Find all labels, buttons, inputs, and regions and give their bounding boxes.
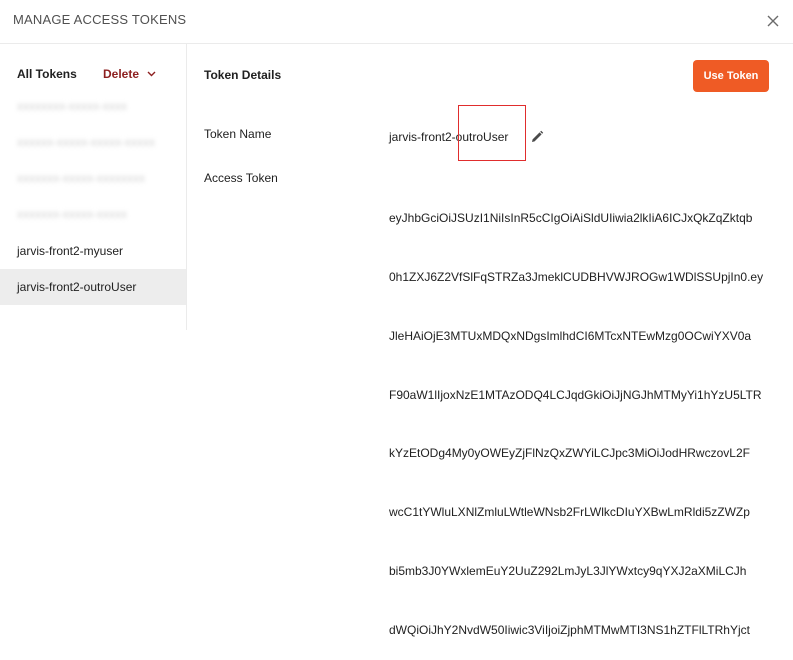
token-name-field[interactable]: jarvis-front2-outroUser bbox=[389, 130, 539, 146]
redacted-token-label: xxxxxx-xxxxx-xxxxx-xxxxx bbox=[17, 135, 155, 149]
section-title: Token Details bbox=[204, 68, 282, 82]
access-token-line: 0h1ZXJ6Z2VfSlFqSTRZa3JmeklCUDBHVWJROGw1W… bbox=[389, 269, 764, 284]
delete-label: Delete bbox=[103, 67, 140, 81]
close-button[interactable] bbox=[762, 10, 784, 32]
redacted-token-label: xxxxxxx-xxxxx-xxxxx bbox=[17, 207, 127, 221]
chevron-down-icon bbox=[147, 71, 156, 77]
access-token-line: wcC1tYWluLXNlZmluLWtleWNsb2FrLWlkcDIuYXB… bbox=[389, 505, 750, 520]
token-list-item-selected[interactable]: jarvis-front2-outroUser bbox=[0, 269, 186, 305]
pencil-icon[interactable] bbox=[530, 130, 544, 144]
token-list-item-label: jarvis-front2-outroUser bbox=[17, 280, 137, 294]
token-list-item-redacted[interactable]: xxxxxx-xxxxx-xxxxx-xxxxx bbox=[0, 124, 186, 160]
token-list-item-redacted[interactable]: xxxxxxxx-xxxxx-xxxx bbox=[0, 88, 186, 124]
token-list-item-redacted[interactable]: xxxxxxx-xxxxx-xxxxxxxx bbox=[0, 160, 186, 196]
close-icon bbox=[767, 15, 779, 27]
modal-title: MANAGE ACCESS TOKENS bbox=[13, 12, 187, 27]
access-token-line: dWQiOiJhY2NvdW50Iiwic3ViIjoiZjphMTMwMTI3… bbox=[389, 622, 750, 637]
token-name-label: Token Name bbox=[204, 127, 272, 141]
token-list-item[interactable]: jarvis-front2-myuser bbox=[0, 233, 186, 269]
token-sidebar: All Tokens Delete xxxxxxxx-xxxxx-xxxx xx… bbox=[0, 44, 187, 330]
access-token-value: eyJhbGciOiJSUzI1NiIsInR5cCIgOiAiSldUIiwi… bbox=[389, 170, 773, 660]
redacted-token-label: xxxxxxx-xxxxx-xxxxxxxx bbox=[17, 171, 145, 185]
redacted-token-label: xxxxxxxx-xxxxx-xxxx bbox=[17, 99, 127, 113]
use-token-button[interactable]: Use Token bbox=[693, 60, 769, 92]
access-token-line: eyJhbGciOiJSUzI1NiIsInR5cCIgOiAiSldUIiwi… bbox=[389, 211, 753, 226]
sidebar-header: All Tokens Delete bbox=[0, 64, 186, 84]
token-list-item-redacted[interactable]: xxxxxxx-xxxxx-xxxxx bbox=[0, 196, 186, 232]
delete-dropdown-button[interactable]: Delete bbox=[103, 67, 156, 81]
access-token-line: bi5mb3J0YWxlemEuY2UuZ292LmJyL3JlYWxtcy9q… bbox=[389, 563, 747, 578]
access-token-label: Access Token bbox=[204, 171, 278, 185]
token-list-item-label: jarvis-front2-myuser bbox=[17, 244, 124, 258]
access-token-line: F90aW1lIjoxNzE1MTAzODQ4LCJqdGkiOiJjNGJhM… bbox=[389, 387, 762, 402]
all-tokens-label: All Tokens bbox=[17, 67, 77, 81]
access-token-line: kYzEtODg4My0yOWEyZjFlNzQxZWYiLCJpc3MiOiJ… bbox=[389, 446, 750, 461]
